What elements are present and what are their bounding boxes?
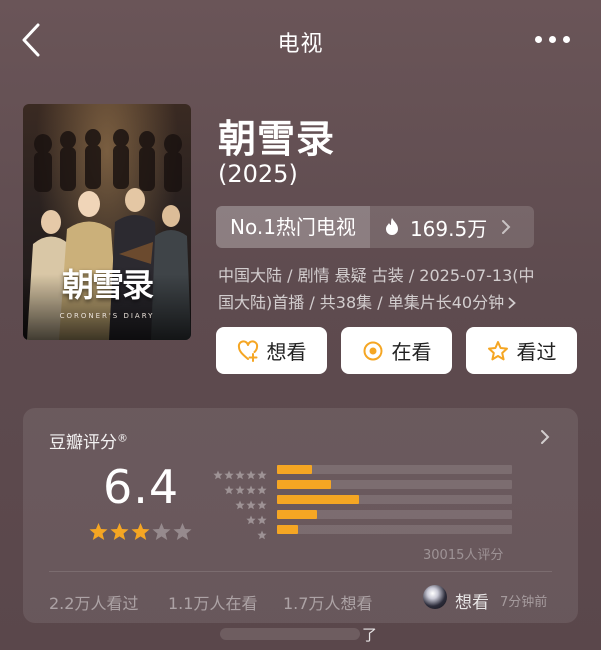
avatar[interactable] bbox=[423, 585, 447, 609]
friend-timestamp: 7分钟前 bbox=[500, 595, 548, 610]
mini-star-icon bbox=[257, 525, 267, 539]
rating-bar-track bbox=[277, 495, 512, 504]
want-to-watch-button[interactable]: 想看 bbox=[216, 327, 327, 374]
star-filled-icon bbox=[110, 523, 129, 540]
rating-bar-track bbox=[277, 525, 512, 534]
mini-star-icon bbox=[235, 480, 245, 494]
rating-bar-fill bbox=[277, 525, 299, 534]
chevron-right-icon[interactable] bbox=[540, 429, 550, 445]
heat-value: 169.5万 bbox=[409, 216, 488, 241]
show-title: 朝雪录 bbox=[218, 117, 336, 161]
star-filled-icon bbox=[131, 523, 150, 540]
mini-star-icon bbox=[213, 465, 223, 479]
target-icon bbox=[363, 341, 382, 360]
meta-line: 中国大陆 / 剧情 悬疑 古装 / 2025-07-13(中 bbox=[218, 266, 535, 285]
mini-star-icon bbox=[235, 495, 245, 509]
rating-bar-track bbox=[277, 465, 512, 474]
star-empty-icon bbox=[152, 523, 171, 540]
flame-icon bbox=[385, 218, 398, 235]
rating-bar-track bbox=[277, 510, 512, 519]
poster-subtitle: CORONER'S DIARY bbox=[59, 312, 155, 320]
stat-watched[interactable]: 2.2万人看过 bbox=[49, 590, 138, 614]
star-outline-icon bbox=[487, 340, 508, 360]
mini-star-icon bbox=[235, 465, 245, 479]
mini-star-icon bbox=[257, 510, 267, 524]
mini-star-icon bbox=[246, 480, 256, 494]
poster-image[interactable]: 朝雪录 CORONER'S DIARY bbox=[23, 104, 191, 340]
chevron-right-icon bbox=[508, 297, 516, 309]
rating-bar-row bbox=[209, 494, 512, 509]
mini-star-icon bbox=[257, 480, 267, 494]
blurred-comment bbox=[220, 628, 360, 640]
bar-star-label bbox=[209, 480, 267, 494]
star-rating bbox=[89, 522, 192, 541]
registered-mark: ® bbox=[117, 431, 128, 445]
meta-line: 国大陆)首播 / 共38集 / 单集片长40分钟 bbox=[218, 293, 505, 312]
heart-plus-icon bbox=[237, 339, 258, 362]
watching-button[interactable]: 在看 bbox=[341, 327, 452, 374]
watched-label: 看过 bbox=[516, 340, 557, 364]
mini-star-icon bbox=[257, 495, 267, 509]
rating-score: 6.4 bbox=[103, 460, 180, 514]
watched-button[interactable]: 看过 bbox=[466, 327, 577, 374]
divider bbox=[49, 571, 552, 572]
comment-fragment: 了 bbox=[362, 626, 378, 644]
rank-label: No.1热门电视 bbox=[216, 206, 370, 248]
rating-bar-fill bbox=[277, 510, 317, 519]
rating-bar-track bbox=[277, 480, 512, 489]
star-empty-icon bbox=[173, 523, 192, 540]
want-label: 想看 bbox=[266, 340, 307, 364]
bar-star-label bbox=[209, 525, 267, 539]
rating-bar-fill bbox=[277, 480, 332, 489]
more-button[interactable] bbox=[533, 30, 573, 50]
show-meta-info[interactable]: 中国大陆 / 剧情 悬疑 古装 / 2025-07-13(中 国大陆)首播 / … bbox=[218, 262, 568, 316]
bar-star-label bbox=[209, 495, 267, 509]
rating-bar-row bbox=[209, 524, 512, 539]
mini-star-icon bbox=[246, 465, 256, 479]
rating-source-label: 豆瓣评分® bbox=[49, 431, 128, 453]
rating-bar-row bbox=[209, 479, 512, 494]
poster-logo: 朝雪录 bbox=[61, 266, 154, 304]
mini-star-icon bbox=[224, 465, 234, 479]
mini-star-icon bbox=[246, 495, 256, 509]
rating-bar-fill bbox=[277, 495, 360, 504]
star-filled-icon bbox=[89, 523, 108, 540]
friend-status: 想看 bbox=[455, 593, 489, 613]
mini-star-icon bbox=[246, 510, 256, 524]
rating-bar-row bbox=[209, 509, 512, 524]
mini-star-icon bbox=[257, 465, 267, 479]
rating-bar-row bbox=[209, 464, 512, 479]
bar-star-label bbox=[209, 510, 267, 524]
stat-want[interactable]: 1.7万人想看 bbox=[283, 590, 372, 614]
bar-star-label bbox=[209, 465, 267, 479]
rating-card: 豆瓣评分® 6.4 30015人评分 2.2万人看过 1.1万人在看 1.7万人… bbox=[23, 408, 578, 623]
rating-bar-fill bbox=[277, 465, 313, 474]
chevron-right-icon bbox=[502, 220, 511, 234]
rating-count: 30015人评分 bbox=[423, 548, 504, 563]
heat-indicator: 169.5万 bbox=[370, 206, 511, 248]
watching-label: 在看 bbox=[391, 340, 432, 364]
top-bar: 电视 bbox=[0, 0, 601, 80]
stat-watching[interactable]: 1.1万人在看 bbox=[168, 590, 257, 614]
ranking-badge[interactable]: No.1热门电视 169.5万 bbox=[216, 206, 534, 248]
page-title: 电视 bbox=[277, 32, 324, 57]
show-year: (2025) bbox=[218, 160, 298, 188]
more-dots-icon bbox=[535, 36, 542, 43]
mini-star-icon bbox=[224, 480, 234, 494]
